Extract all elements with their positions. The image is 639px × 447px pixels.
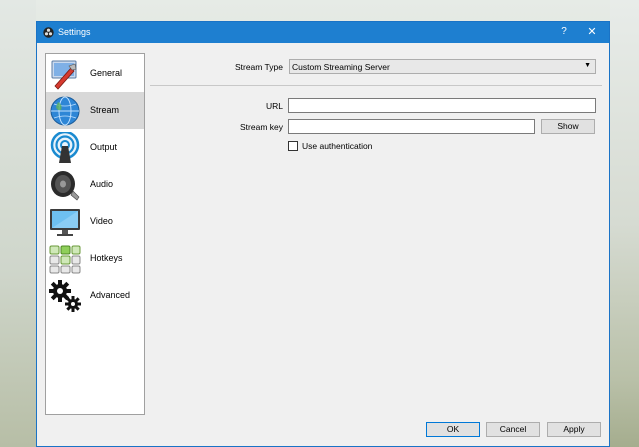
use-authentication-checkbox[interactable] — [288, 141, 298, 151]
sidebar-item-label: Stream — [90, 105, 120, 115]
desktop-background-right — [610, 0, 639, 447]
stream-type-value: Custom Streaming Server — [292, 62, 390, 72]
sidebar-item-label: General — [90, 68, 123, 78]
sidebar-item-general[interactable]: General — [46, 55, 144, 92]
sidebar-item-label: Audio — [90, 179, 114, 189]
apply-button[interactable]: Apply — [547, 422, 601, 437]
ok-button[interactable]: OK — [426, 422, 480, 437]
general-icon — [51, 60, 77, 90]
desktop-background-left — [0, 0, 36, 447]
sidebar-item-label: Hotkeys — [90, 253, 123, 263]
sidebar-item-audio[interactable]: Audio — [46, 166, 144, 203]
close-button[interactable]: ✕ — [585, 25, 599, 39]
title-bar[interactable]: Settings ? ✕ — [37, 22, 609, 43]
stream-key-input[interactable] — [288, 119, 535, 134]
obs-app-icon — [43, 27, 54, 38]
url-input[interactable] — [288, 98, 596, 113]
sidebar-item-stream[interactable]: Stream — [46, 92, 144, 129]
stream-type-label: Stream Type — [234, 62, 283, 72]
sidebar-item-video[interactable]: Video — [46, 203, 144, 240]
url-label: URL — [265, 101, 283, 111]
output-broadcast-icon — [50, 132, 80, 163]
hotkeys-keyboard-icon — [49, 245, 81, 274]
sidebar-item-output[interactable]: Output — [46, 129, 144, 166]
section-divider — [150, 85, 602, 86]
stream-key-label: Stream key — [240, 122, 283, 132]
help-button[interactable]: ? — [557, 25, 571, 39]
use-authentication-label[interactable]: Use authentication — [302, 141, 372, 151]
cancel-button[interactable]: Cancel — [486, 422, 540, 437]
advanced-gears-icon — [49, 280, 81, 312]
show-key-button[interactable]: Show — [541, 119, 595, 134]
sidebar-item-label: Output — [90, 142, 118, 152]
sidebar-item-label: Video — [90, 216, 113, 226]
sidebar-item-hotkeys[interactable]: Hotkeys — [46, 240, 144, 277]
settings-sidebar: General Stream Output Audio Video Hotkey… — [45, 53, 145, 415]
audio-speaker-icon — [51, 171, 80, 201]
stream-globe-icon — [50, 96, 80, 126]
chevron-down-icon: ▼ — [584, 62, 591, 69]
video-monitor-icon — [50, 209, 80, 236]
stream-type-dropdown[interactable]: Custom Streaming Server ▼ — [289, 59, 596, 74]
sidebar-item-label: Advanced — [90, 290, 131, 300]
sidebar-item-advanced[interactable]: Advanced — [46, 277, 144, 314]
settings-window: Settings ? ✕ General Stream Output Audio… — [36, 21, 610, 447]
window-title: Settings — [58, 27, 91, 37]
